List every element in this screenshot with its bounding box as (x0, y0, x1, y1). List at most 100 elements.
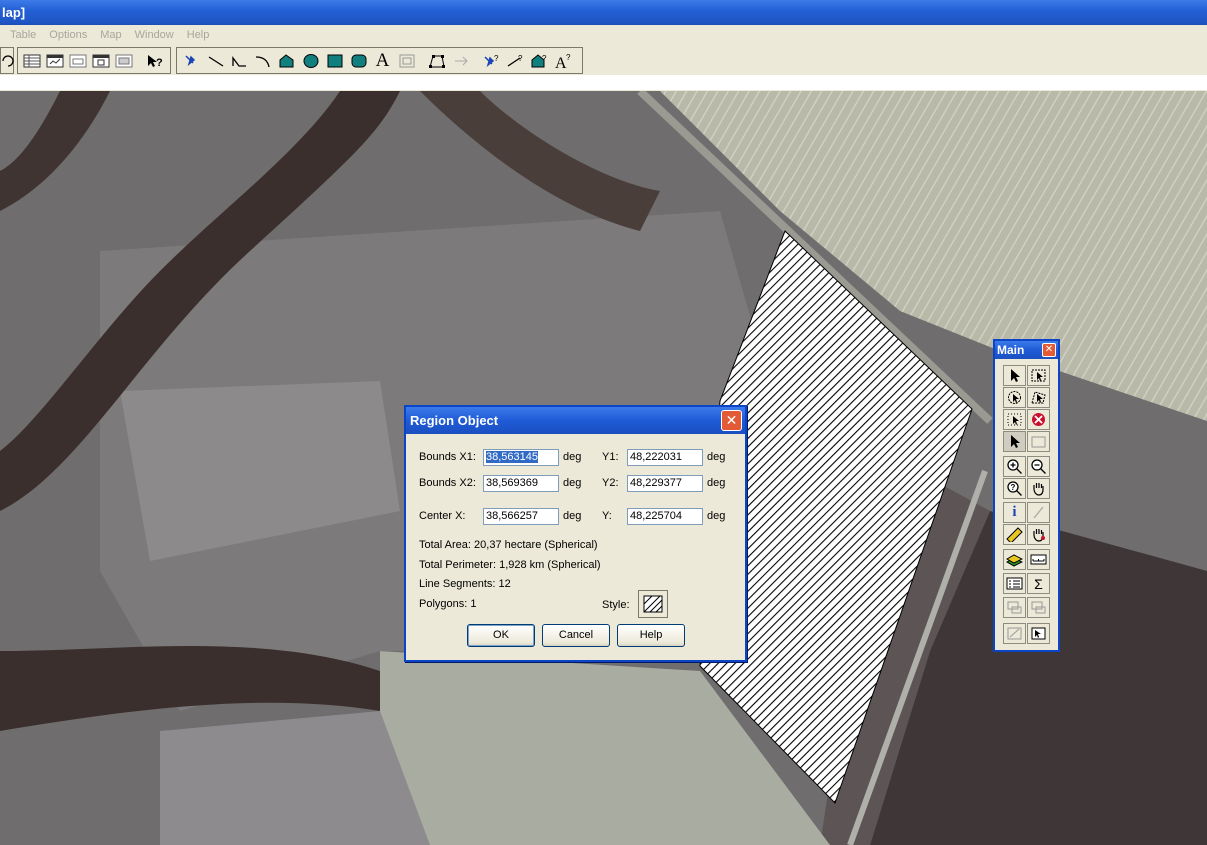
unselect-all-icon[interactable] (1027, 409, 1050, 430)
svg-text:?: ? (542, 54, 547, 63)
bounds-x1-input[interactable]: 38,563145 (483, 449, 559, 466)
polyline-icon[interactable] (228, 51, 249, 71)
center-y-label: Y: (602, 510, 612, 522)
center-y-input[interactable]: 48,225704 (627, 508, 703, 525)
bounds-x1-value: 38,563145 (486, 451, 538, 463)
line-segments-text: Line Segments: 12 (419, 578, 511, 590)
ruler-icon[interactable] (1003, 524, 1026, 545)
zoom-out-icon[interactable] (1027, 456, 1050, 477)
menu-map[interactable]: Map (100, 29, 121, 41)
marquee-select-icon[interactable] (1027, 365, 1050, 386)
graph-select-icon[interactable] (1003, 431, 1026, 452)
zoom-in-icon[interactable] (1003, 456, 1026, 477)
y1-input[interactable]: 48,222031 (627, 449, 703, 466)
main-palette: Main ✕ ? i Σ (993, 339, 1060, 652)
invert-selection-icon[interactable] (1027, 431, 1050, 452)
ellipse-icon[interactable] (300, 51, 321, 71)
palette-title-bar: Main ✕ (995, 341, 1058, 359)
legend-icon[interactable] (1003, 573, 1026, 594)
toolbar-group-windows: ? (17, 47, 171, 74)
polygons-text: Polygons: 1 (419, 598, 477, 610)
select-arrow-icon[interactable] (1003, 365, 1026, 386)
bounds-x1-label: Bounds X1: (419, 451, 476, 463)
layer-control-icon[interactable] (1003, 549, 1026, 570)
bounds-x2-input[interactable]: 38,569369 (483, 475, 559, 492)
menu-table[interactable]: Table (10, 29, 36, 41)
window-title: lap] (2, 5, 26, 20)
total-perimeter-text: Total Perimeter: 1,928 km (Spherical) (419, 559, 601, 571)
statistics-icon[interactable]: Σ (1027, 573, 1050, 594)
boundary-select-icon[interactable] (1003, 409, 1026, 430)
y2-input[interactable]: 48,229377 (627, 475, 703, 492)
svg-text:?: ? (566, 53, 571, 62)
hotlink-icon[interactable] (1027, 502, 1050, 523)
polygon-select-icon[interactable] (1027, 387, 1050, 408)
clip-region-icon[interactable] (1003, 623, 1026, 644)
label-tool-icon[interactable] (1003, 597, 1026, 618)
graph-icon[interactable] (67, 51, 88, 71)
arc-icon[interactable] (252, 51, 273, 71)
redistrict-icon[interactable] (113, 51, 134, 71)
menu-window[interactable]: Window (135, 29, 174, 41)
svg-text:?: ? (1011, 483, 1016, 492)
menu-bar: Table Options Map Window Help (0, 25, 1207, 45)
hatch-style-icon (643, 595, 663, 613)
line-icon[interactable] (205, 51, 226, 71)
center-x-input[interactable]: 38,566257 (483, 508, 559, 525)
dialog-title-bar: Region Object ✕ (406, 407, 745, 434)
rounded-rect-icon[interactable] (348, 51, 369, 71)
radius-select-icon[interactable] (1003, 387, 1026, 408)
unit-label: deg (707, 451, 726, 463)
ok-button[interactable]: OK (467, 624, 535, 647)
unit-label: deg (563, 477, 582, 489)
drag-label-icon[interactable] (1027, 597, 1050, 618)
menu-options[interactable]: Options (49, 29, 87, 41)
dialog-close-button[interactable]: ✕ (721, 410, 742, 431)
info-tool-icon[interactable]: i (1003, 502, 1026, 523)
browser-icon[interactable] (21, 51, 42, 71)
y2-label: Y2: (602, 477, 619, 489)
frame-icon[interactable] (396, 51, 417, 71)
symbol-icon[interactable] (181, 51, 202, 71)
unit-label: deg (707, 510, 726, 522)
text-icon[interactable]: A (372, 50, 393, 71)
add-node-icon[interactable] (450, 51, 471, 71)
center-x-label: Center X: (419, 510, 466, 522)
help-pointer-icon[interactable]: ? (144, 51, 165, 71)
map-top-strip (0, 75, 1207, 90)
menu-help[interactable]: Help (187, 29, 210, 41)
help-button[interactable]: Help (617, 624, 685, 647)
region-object-dialog: Region Object ✕ Bounds X1: 38,563145 deg… (404, 405, 747, 662)
text-style-icon[interactable]: A? (552, 51, 573, 71)
map-window-icon[interactable] (44, 51, 65, 71)
toolbar: ? A ? ? ? A ? (0, 45, 1207, 90)
grabber-hand-icon[interactable] (1027, 478, 1050, 499)
style-label: Style: (602, 599, 630, 611)
total-area-text: Total Area: 20,37 hectare (Spherical) (419, 539, 598, 551)
svg-text:?: ? (518, 54, 523, 63)
layout-icon[interactable] (90, 51, 111, 71)
cancel-button[interactable]: Cancel (542, 624, 610, 647)
reshape-icon[interactable] (426, 51, 447, 71)
palette-close-button[interactable]: ✕ (1042, 343, 1056, 357)
undo-icon[interactable] (0, 51, 18, 71)
style-button[interactable] (638, 590, 668, 618)
svg-text:?: ? (494, 54, 499, 63)
dialog-title: Region Object (410, 413, 499, 428)
scale-bar-icon[interactable] (1027, 549, 1050, 570)
bounds-x2-label: Bounds X2: (419, 477, 476, 489)
unit-label: deg (563, 451, 582, 463)
unit-label: deg (707, 477, 726, 489)
toolbar-group-edge (0, 47, 14, 74)
title-bar: lap] (0, 0, 1207, 25)
rectangle-icon[interactable] (324, 51, 345, 71)
set-target-icon[interactable] (1027, 623, 1050, 644)
line-style-icon[interactable]: ? (504, 51, 525, 71)
y1-label: Y1: (602, 451, 619, 463)
svg-text:?: ? (156, 57, 163, 69)
drag-map-icon[interactable] (1027, 524, 1050, 545)
change-view-icon[interactable]: ? (1003, 478, 1026, 499)
region-style-icon[interactable]: ? (528, 51, 549, 71)
symbol-style-icon[interactable]: ? (480, 51, 501, 71)
polygon-icon[interactable] (276, 51, 297, 71)
